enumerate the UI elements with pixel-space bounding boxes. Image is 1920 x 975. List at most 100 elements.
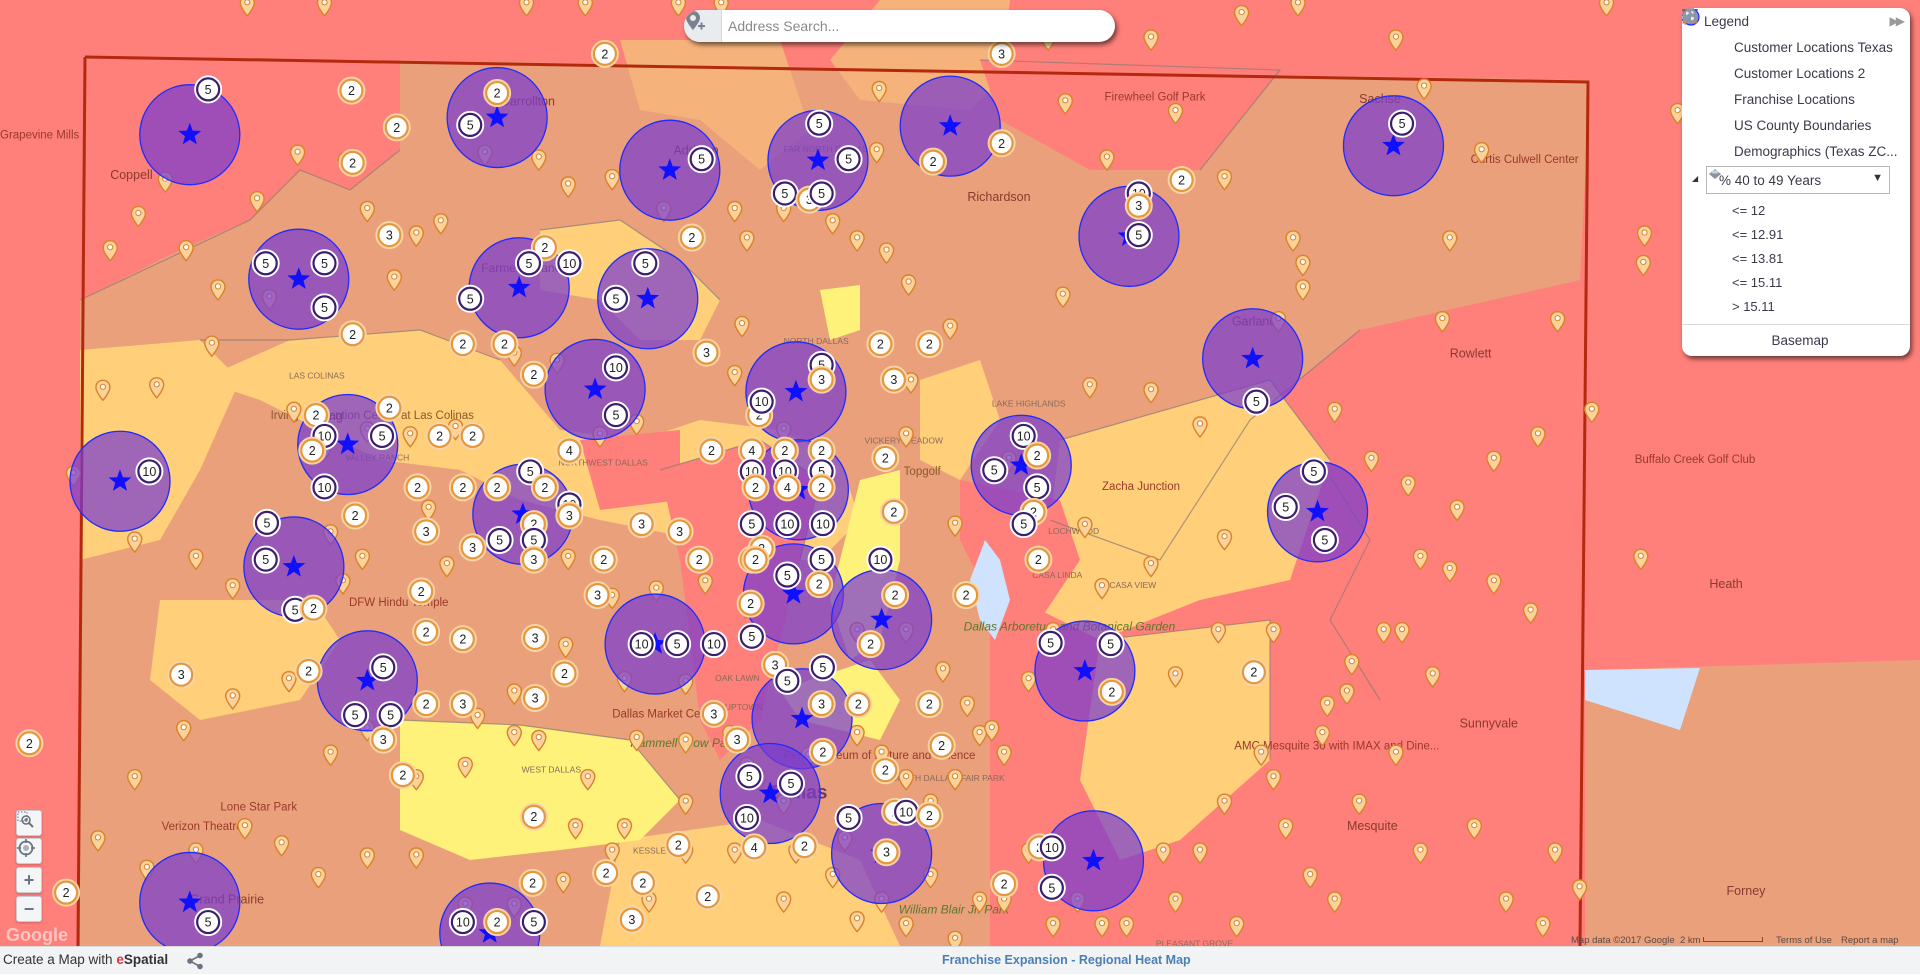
address-search-bar[interactable] [684, 10, 1115, 42]
customer-cluster[interactable]: 2 [530, 473, 559, 502]
customer-cluster[interactable]: 2 [677, 223, 706, 252]
zoom-box-button[interactable] [16, 810, 42, 836]
customer-cluster-2[interactable]: 5 [194, 75, 223, 104]
customer-cluster[interactable]: 2 [808, 737, 837, 766]
customer-cluster[interactable]: 2 [741, 473, 770, 502]
customer-cluster[interactable]: 2 [881, 581, 910, 610]
customer-cluster[interactable]: 2 [490, 330, 519, 359]
customer-cluster[interactable]: 2 [1024, 545, 1053, 574]
customer-cluster-2[interactable]: 5 [773, 666, 802, 695]
customer-cluster[interactable]: 2 [927, 731, 956, 760]
customer-cluster[interactable]: 2 [805, 570, 834, 599]
customer-cluster[interactable]: 3 [521, 683, 550, 712]
customer-cluster-2[interactable]: 10 [866, 545, 895, 574]
customer-cluster-2[interactable]: 10 [448, 908, 477, 937]
customer-cluster-2[interactable]: 5 [1009, 510, 1038, 539]
customer-cluster-2[interactable]: 10 [773, 510, 802, 539]
customer-cluster[interactable]: 2 [879, 497, 908, 526]
customer-cluster-2[interactable]: 5 [770, 179, 799, 208]
customer-cluster[interactable]: 2 [697, 436, 726, 465]
franchise-location[interactable] [139, 84, 241, 186]
franchise-location[interactable] [139, 851, 241, 946]
customer-cluster[interactable]: 2 [871, 756, 900, 785]
terms-of-use-link[interactable]: Terms of Use [1776, 935, 1832, 946]
customer-cluster[interactable]: 2 [388, 761, 417, 790]
customer-cluster[interactable]: 2 [915, 330, 944, 359]
legend-layer-row[interactable]: Franchise Locations [1682, 8, 1910, 112]
customer-cluster[interactable]: 3 [375, 221, 404, 250]
customer-cluster-2[interactable]: 5 [737, 510, 766, 539]
customer-cluster[interactable]: 2 [458, 421, 487, 450]
report-map-error-link[interactable]: Report a map error [1841, 935, 1920, 946]
customer-cluster[interactable]: 3 [807, 690, 836, 719]
customer-cluster-2[interactable]: 5 [456, 110, 485, 139]
customer-cluster-2[interactable]: 5 [735, 762, 764, 791]
customer-cluster[interactable]: 4 [555, 436, 584, 465]
customer-cluster-2[interactable]: 5 [456, 284, 485, 313]
customer-cluster-2[interactable]: 10 [135, 457, 164, 486]
customer-cluster-2[interactable]: 5 [808, 653, 837, 682]
customer-cluster[interactable]: 2 [919, 147, 948, 176]
customer-cluster[interactable]: 2 [382, 113, 411, 142]
customer-cluster[interactable]: 3 [412, 517, 441, 546]
customer-cluster-2[interactable]: 5 [310, 293, 339, 322]
customer-cluster-2[interactable]: 5 [807, 179, 836, 208]
customer-cluster-2[interactable]: 5 [1310, 526, 1339, 554]
customer-cluster[interactable]: 2 [299, 594, 328, 623]
legend-layer-row[interactable]: US County Boundaries [1682, 8, 1910, 138]
customer-location-pin[interactable] [947, 930, 963, 946]
customer-cluster[interactable]: 2 [866, 330, 895, 359]
customer-cluster[interactable]: 2 [483, 908, 512, 937]
customer-cluster-2[interactable]: 10 [555, 249, 584, 278]
customer-cluster-2[interactable]: 5 [631, 249, 660, 278]
address-search-input[interactable] [722, 10, 1115, 42]
customer-cluster[interactable]: 2 [664, 830, 693, 859]
legend-layer-row[interactable]: Demographics (Texas ZC... [1682, 8, 1910, 164]
customer-cluster[interactable]: 2 [871, 443, 900, 472]
customer-cluster[interactable]: 2 [294, 657, 323, 686]
customer-cluster-2[interactable]: 5 [514, 249, 543, 278]
customer-cluster[interactable]: 2 [990, 870, 1019, 899]
customer-cluster-2[interactable]: 5 [601, 401, 630, 430]
customer-cluster[interactable]: 3 [699, 699, 728, 728]
customer-cluster-2[interactable]: 5 [368, 421, 397, 450]
customer-cluster[interactable]: 2 [952, 581, 981, 610]
customer-cluster-2[interactable]: 5 [1124, 221, 1153, 250]
double-chevron-right-icon[interactable]: ▶▶ [1890, 14, 1906, 28]
customer-cluster[interactable]: 2 [341, 501, 370, 530]
attribute-select[interactable]: % 40 to 49 Years ▼ [1706, 166, 1890, 194]
customer-cluster-2[interactable]: 5 [1023, 473, 1052, 502]
customer-cluster[interactable]: 2 [298, 436, 327, 465]
customer-cluster[interactable]: 2 [338, 320, 367, 349]
customer-cluster-2[interactable]: 5 [1242, 387, 1271, 416]
customer-cluster[interactable]: 3 [521, 623, 550, 652]
customer-cluster-2[interactable]: 5 [485, 526, 514, 554]
customer-cluster[interactable]: 2 [550, 659, 579, 688]
customer-cluster-2[interactable]: 5 [1388, 109, 1417, 138]
customer-cluster-2[interactable]: 10 [699, 630, 728, 659]
customer-cluster[interactable]: 3 [987, 39, 1016, 68]
customer-cluster[interactable]: 2 [987, 129, 1016, 158]
customer-cluster[interactable]: 2 [590, 39, 619, 68]
customer-cluster-2[interactable]: 5 [807, 545, 836, 574]
franchise-location[interactable] [544, 338, 646, 441]
collapse-triangle-icon[interactable]: ◢ [1692, 174, 1698, 183]
customer-cluster[interactable]: 3 [807, 365, 836, 394]
customer-cluster[interactable]: 2 [375, 393, 404, 422]
customer-cluster-2[interactable]: 5 [1037, 873, 1066, 902]
create-map-link[interactable]: Create a Map with eSpatial [3, 952, 168, 967]
customer-cluster[interactable]: 2 [403, 473, 432, 502]
customer-cluster-2[interactable]: 5 [601, 284, 630, 313]
customer-cluster-2[interactable]: 5 [805, 109, 834, 138]
customer-cluster-2[interactable]: 5 [341, 701, 370, 730]
customer-cluster[interactable]: 2 [736, 589, 765, 618]
customer-cluster-2[interactable]: 5 [519, 908, 548, 937]
style-brush-icon[interactable] [1684, 8, 1704, 82]
customer-cluster[interactable]: 2 [412, 617, 441, 646]
customer-cluster-2[interactable]: 10 [310, 473, 339, 502]
map-layers[interactable]: CoppellCarrolltonAddisonRichardsonFarmer… [0, 0, 1920, 946]
customer-cluster[interactable]: 2 [338, 148, 367, 177]
customer-cluster[interactable]: 2 [1167, 166, 1196, 194]
customer-cluster[interactable]: 3 [448, 690, 477, 719]
customer-cluster-2[interactable]: 10 [601, 353, 630, 382]
